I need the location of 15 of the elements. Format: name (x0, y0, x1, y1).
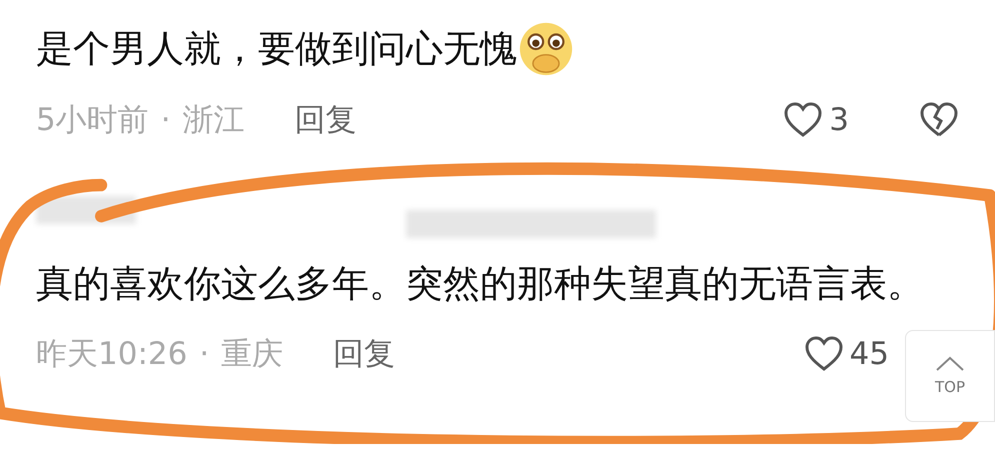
broken-heart-icon[interactable] (919, 102, 959, 138)
comment-text: 是个男人就，要做到问心无愧 (36, 26, 517, 72)
emoji-icon (517, 20, 575, 78)
comment-location: 浙江 (182, 101, 245, 140)
like-button[interactable]: 45 (804, 336, 889, 372)
chevron-up-icon (935, 356, 965, 372)
comment-location: 重庆 (221, 335, 284, 374)
back-to-top-button[interactable]: TOP (905, 330, 995, 422)
reply-button[interactable]: 回复 (294, 99, 357, 141)
reply-button[interactable]: 回复 (333, 333, 396, 375)
comment-time: 昨天10:26 (36, 335, 188, 374)
comment-time: 5小时前 (36, 101, 149, 140)
comment-text: 真的喜欢你这么多年。突然的那种失望真的无语言表。 (36, 261, 924, 307)
separator-dot: · (160, 102, 171, 138)
separator-dot: · (199, 336, 210, 372)
